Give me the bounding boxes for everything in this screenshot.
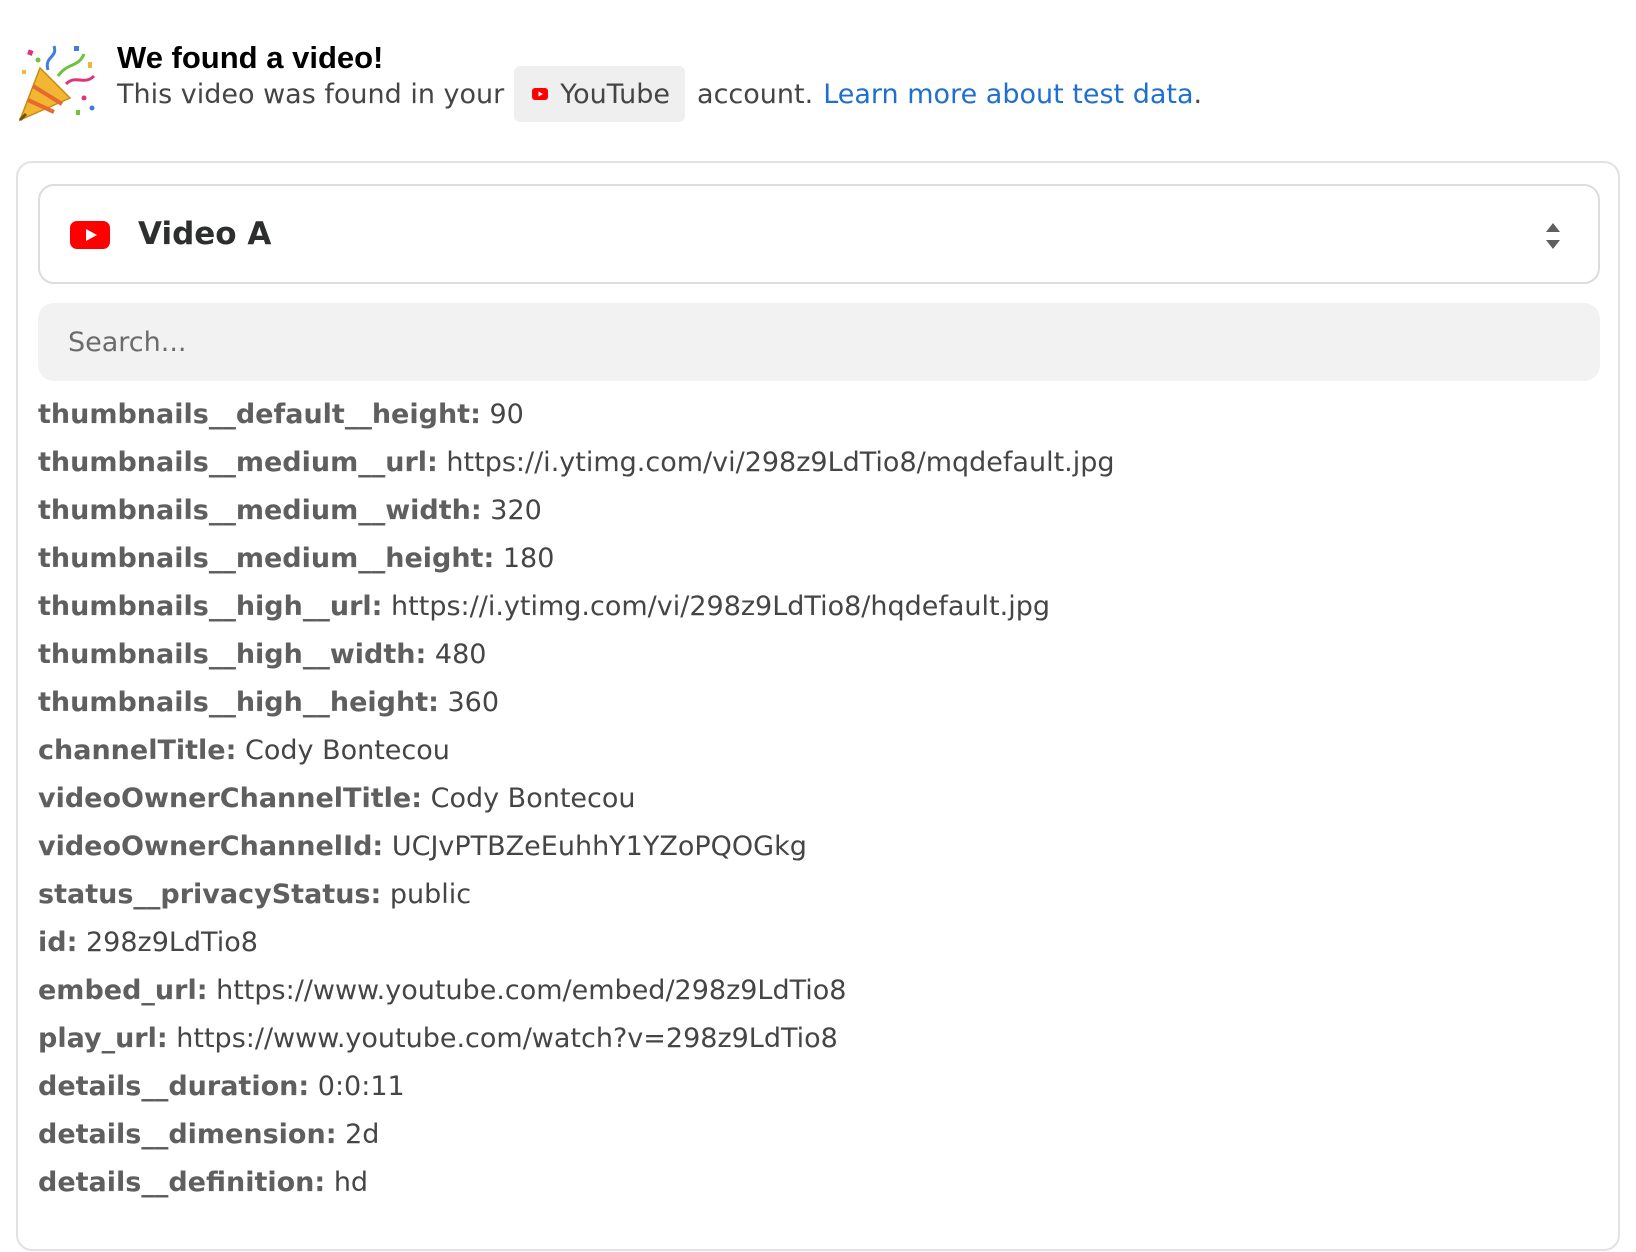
field-key: id: (38, 927, 78, 958)
field-value: 320 (490, 495, 542, 526)
field-row: thumbnails__high__width: 480 (38, 631, 1598, 679)
field-key: details__definition: (38, 1167, 326, 1198)
field-row: id: 298z9LdTio8 (38, 919, 1598, 967)
field-value: Cody Bontecou (245, 735, 450, 766)
field-value: UCJvPTBZeEuhhY1YZoPQOGkg (391, 831, 807, 862)
subtitle-prefix: This video was found in your (117, 78, 505, 110)
field-key: thumbnails__default__height: (38, 399, 481, 430)
field-key: details__duration: (38, 1071, 310, 1102)
field-key: thumbnails__medium__height: (38, 543, 495, 574)
field-value: 2d (345, 1119, 380, 1150)
field-value: 298z9LdTio8 (85, 927, 258, 958)
field-row: embed_url: https://www.youtube.com/embed… (38, 967, 1598, 1015)
field-value: hd (333, 1167, 369, 1198)
field-row: thumbnails__medium__url: https://i.ytimg… (38, 439, 1598, 487)
field-row: details__duration: 0:0:11 (38, 1063, 1598, 1111)
field-value: https://i.ytimg.com/vi/298z9LdTio8/mqdef… (446, 447, 1115, 478)
selected-video-label: Video A (138, 216, 272, 252)
field-value: 360 (447, 687, 500, 718)
field-value: 480 (434, 639, 487, 670)
field-value: https://www.youtube.com/embed/298z9LdTio… (216, 975, 847, 1006)
field-value: 0:0:11 (317, 1071, 405, 1102)
youtube-icon (532, 88, 549, 100)
field-row: status__privacyStatus: public (38, 871, 1598, 919)
field-row: thumbnails__high__height: 360 (38, 679, 1598, 727)
field-key: videoOwnerChannelTitle: (38, 783, 422, 814)
header-subtitle: This video was found in your YouTube acc… (117, 66, 1202, 122)
field-row: channelTitle: Cody Bontecou (38, 727, 1598, 775)
field-value: 180 (502, 543, 555, 574)
field-key: thumbnails__high__height: (38, 687, 439, 718)
field-key: thumbnails__high__width: (38, 639, 427, 670)
link-period: . (1193, 78, 1203, 110)
test-data-page: We found a video! This video was found i… (0, 0, 1636, 1252)
field-key: play_url: (38, 1023, 168, 1054)
field-key: status__privacyStatus: (38, 879, 382, 910)
field-key: channelTitle: (38, 735, 237, 766)
field-key: thumbnails__medium__width: (38, 495, 482, 526)
field-row: thumbnails__medium__width: 320 (38, 487, 1598, 535)
field-key: thumbnails__high__url: (38, 591, 383, 622)
found-video-header: We found a video! This video was found i… (14, 36, 1614, 126)
search-input[interactable] (38, 303, 1600, 381)
field-value: Cody Bontecou (430, 783, 636, 814)
field-row: thumbnails__default__height: 90 (38, 391, 1598, 439)
sort-arrows-icon (1546, 223, 1560, 249)
party-popper-icon (18, 45, 96, 122)
video-select[interactable]: Video A (38, 184, 1600, 284)
field-row: thumbnails__high__url: https://i.ytimg.c… (38, 583, 1598, 631)
youtube-icon (70, 221, 110, 249)
field-list: thumbnails__default__height: 90 thumbnail… (38, 391, 1598, 1207)
learn-more-link[interactable]: Learn more about test data (823, 79, 1193, 110)
field-row: thumbnails__medium__height: 180 (38, 535, 1598, 583)
field-value: public (389, 879, 472, 910)
field-key: details__dimension: (38, 1119, 337, 1150)
field-row: videoOwnerChannelId: UCJvPTBZeEuhhY1YZoP… (38, 823, 1598, 871)
field-key: thumbnails__medium__url: (38, 447, 438, 478)
field-row: details__dimension: 2d (38, 1111, 1598, 1159)
field-row: videoOwnerChannelTitle: Cody Bontecou (38, 775, 1598, 823)
field-key: videoOwnerChannelId: (38, 831, 384, 862)
subtitle-suffix: account. (697, 78, 814, 110)
field-row: details__definition: hd (38, 1159, 1598, 1207)
field-value: https://i.ytimg.com/vi/298z9LdTio8/hqdef… (391, 591, 1050, 622)
field-value: https://www.youtube.com/watch?v=298z9LdT… (176, 1023, 838, 1054)
test-data-card: Video A thumbnails__default__height: 90t… (16, 161, 1620, 1251)
field-value: 90 (489, 399, 524, 430)
field-row: play_url: https://www.youtube.com/watch?… (38, 1015, 1598, 1063)
app-chip-youtube: YouTube (514, 66, 686, 122)
app-chip-label: YouTube (560, 78, 671, 110)
field-key: embed_url: (38, 975, 208, 1006)
